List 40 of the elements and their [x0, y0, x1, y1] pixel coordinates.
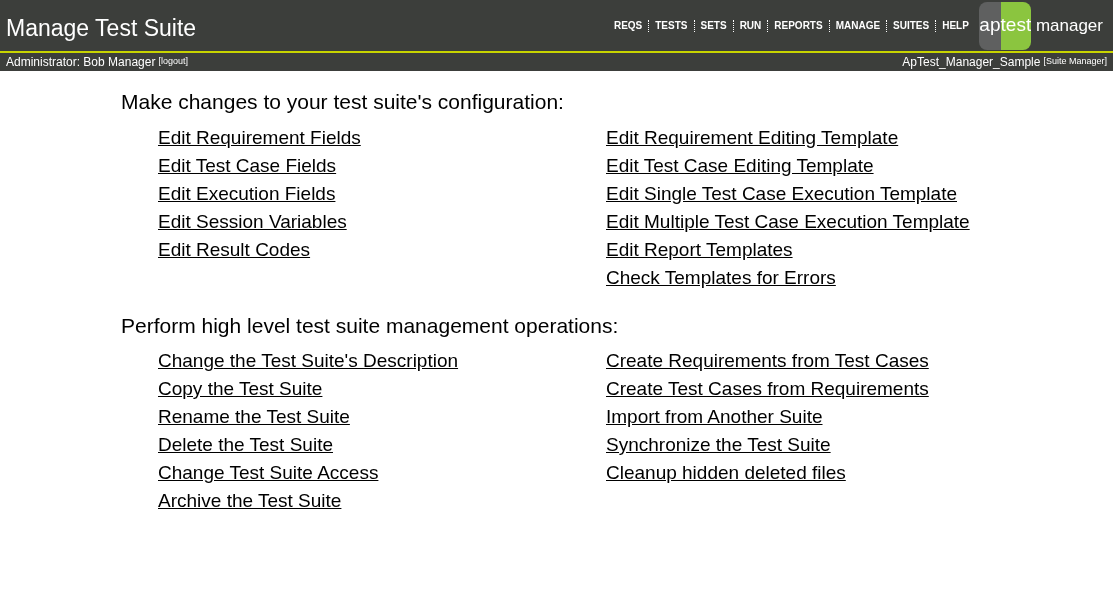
section-heading: Make changes to your test suite's configuration: [121, 89, 565, 115]
config-link[interactable]: Change the Test Suite's Description [158, 347, 459, 375]
config-link[interactable]: Edit Session Variables [158, 207, 347, 236]
config-link[interactable]: Edit Multiple Test Case Execution Template [606, 207, 970, 236]
suite-name: ApTest_Manager_Sample [902, 54, 1041, 71]
config-link[interactable]: Edit Single Test Case Execution Template [606, 179, 957, 208]
logo-text: ap [978, 1, 1001, 50]
config-link[interactable]: Edit Execution Fields [158, 179, 336, 208]
config-link[interactable]: Cleanup hidden deleted files [606, 459, 846, 487]
logo-text: manager [1035, 14, 1103, 37]
logo-text: test [1000, 1, 1031, 50]
logout-link[interactable]: [logout] [158, 55, 188, 69]
config-link[interactable]: Synchronize the Test Suite [606, 431, 831, 459]
config-link[interactable]: Change Test Suite Access [158, 459, 379, 487]
config-link[interactable]: Archive the Test Suite [158, 487, 342, 515]
config-link[interactable]: Edit Requirement Fields [158, 123, 361, 152]
config-link[interactable]: Edit Result Codes [158, 235, 311, 264]
section-heading: Perform high level test suite management operations: [121, 312, 620, 339]
nav-link[interactable]: RUN [739, 18, 762, 33]
config-link[interactable]: Delete the Test Suite [158, 431, 333, 459]
role-label: [Suite Manager] [1043, 55, 1107, 69]
config-link[interactable]: Check Templates for Errors [606, 263, 836, 292]
config-link[interactable]: Copy the Test Suite [158, 375, 323, 403]
user-label: Administrator: Bob Manager [6, 54, 156, 71]
config-link[interactable]: Create Requirements from Test Cases [606, 347, 929, 375]
config-link[interactable]: Edit Test Case Editing Template [606, 151, 874, 180]
nav-link[interactable]: HELP [942, 18, 969, 33]
nav-link[interactable]: SETS [700, 18, 727, 33]
nav-link[interactable]: MANAGE [835, 18, 881, 33]
config-link[interactable]: Edit Test Case Fields [158, 151, 337, 180]
nav-link[interactable]: REPORTS [774, 18, 823, 33]
page-title: Manage Test Suite [6, 13, 197, 43]
nav-link[interactable]: REQS [613, 18, 643, 33]
config-link[interactable]: Import from Another Suite [606, 403, 823, 431]
config-link[interactable]: Edit Requirement Editing Template [606, 123, 899, 152]
config-link[interactable]: Edit Report Templates [606, 235, 793, 264]
config-link[interactable]: Create Test Cases from Requirements [606, 375, 929, 403]
config-link[interactable]: Rename the Test Suite [158, 403, 350, 431]
nav-link[interactable]: TESTS [655, 18, 688, 33]
nav-link[interactable]: SUITES [893, 18, 930, 33]
